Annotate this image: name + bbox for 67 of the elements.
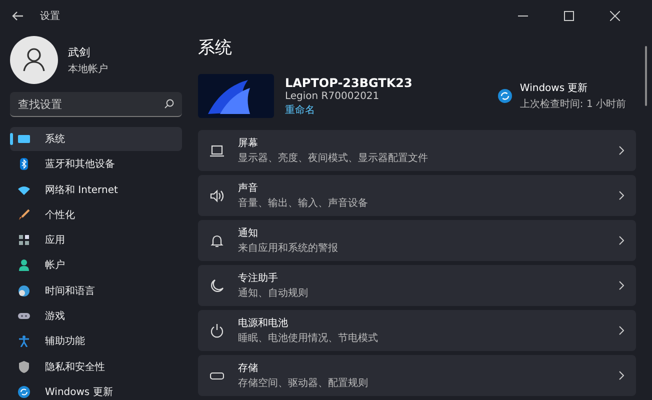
sidebar-item[interactable]: 帐户 (10, 253, 182, 278)
brush-icon (18, 208, 30, 221)
card-title: 存储 (238, 362, 259, 375)
accessibility-icon (18, 335, 30, 348)
chevron-icon (619, 191, 624, 200)
search-field[interactable]: 查找设置 (10, 92, 182, 117)
search-icon (164, 99, 174, 109)
card-subtitle: 来自应用和系统的警报 (238, 242, 339, 255)
window-title: 设置 (40, 10, 60, 23)
refresh-icon (18, 386, 30, 398)
account-name: 武剑 (68, 44, 91, 60)
speaker-icon (210, 188, 224, 202)
sidebar-item[interactable]: 系统 (10, 127, 182, 151)
close-icon[interactable] (610, 11, 620, 21)
page-title: 系统 (198, 37, 233, 60)
card-title: 专注助手 (238, 272, 279, 285)
settings-card[interactable]: 声音 音量、输出、输入、声音设备 (198, 175, 636, 216)
sidebar-item[interactable]: 辅助功能 (10, 329, 182, 354)
card-title: 屏幕 (238, 136, 259, 150)
card-subtitle: 通知、自动规则 (238, 286, 309, 300)
chevron-icon (619, 371, 624, 380)
sidebar-item[interactable]: 蓝牙和其他设备 (10, 152, 182, 176)
settings-card[interactable]: 存储 存储空间、驱动器、配置规则 (198, 355, 636, 396)
card-title: 通知 (238, 226, 259, 240)
sidebar-item[interactable]: 个性化 (10, 202, 182, 227)
scrollbar-thumb[interactable] (645, 46, 647, 106)
card-subtitle: 睡眠、电池使用情况、节电模式 (238, 332, 379, 345)
sidebar-item[interactable]: Windows 更新 (10, 380, 182, 400)
update-title: Windows 更新 (520, 82, 589, 95)
bluetooth-icon (18, 158, 30, 170)
card-subtitle: 显示器、亮度、夜间模式、显示器配置文件 (238, 152, 429, 165)
sidebar-item[interactable]: 时间和语言 (10, 278, 182, 303)
refresh-icon (498, 89, 512, 103)
sidebar-item[interactable]: 隐私和安全性 (10, 354, 182, 379)
card-subtitle: 存储空间、驱动器、配置规则 (238, 376, 369, 390)
person-icon (18, 259, 30, 272)
device-model: Legion R70002021 (285, 90, 380, 102)
shield-icon (18, 360, 30, 373)
account-type: 本地帐户 (68, 62, 108, 76)
avatar-icon (10, 36, 58, 84)
settings-card[interactable]: 通知 来自应用和系统的警报 (198, 220, 636, 261)
moon-icon (210, 278, 224, 292)
back-icon[interactable] (12, 11, 24, 21)
chevron-icon (619, 326, 624, 335)
laptop-icon (210, 144, 224, 158)
chevron-icon (619, 281, 624, 290)
apps-icon (18, 234, 30, 246)
power-icon (210, 324, 224, 338)
update-status: 上次检查时间: 1 小时前 (520, 98, 626, 111)
wifi-icon (18, 184, 30, 196)
card-subtitle: 音量、输出、输入、声音设备 (238, 196, 369, 210)
bell-icon (210, 234, 224, 248)
sidebar-item[interactable]: 应用 (10, 228, 182, 252)
card-title: 电源和电池 (238, 316, 289, 330)
settings-card[interactable]: 电源和电池 睡眠、电池使用情况、节电模式 (198, 310, 636, 351)
rename-link[interactable]: 重命名 (285, 102, 412, 116)
sidebar-item[interactable]: 网络和 Internet (10, 178, 182, 202)
chevron-icon (619, 146, 624, 155)
sidebar-item[interactable]: 游戏 (10, 304, 182, 328)
card-title: 声音 (238, 182, 259, 195)
chevron-icon (619, 236, 624, 245)
device-name: LAPTOP-23BGTK23 (285, 76, 412, 90)
settings-card[interactable]: 屏幕 显示器、亮度、夜间模式、显示器配置文件 (198, 130, 636, 171)
settings-card[interactable]: 专注助手 通知、自动规则 (198, 265, 636, 306)
maximize-icon[interactable] (564, 11, 574, 21)
globe-icon (18, 284, 30, 297)
display-icon (18, 133, 30, 145)
